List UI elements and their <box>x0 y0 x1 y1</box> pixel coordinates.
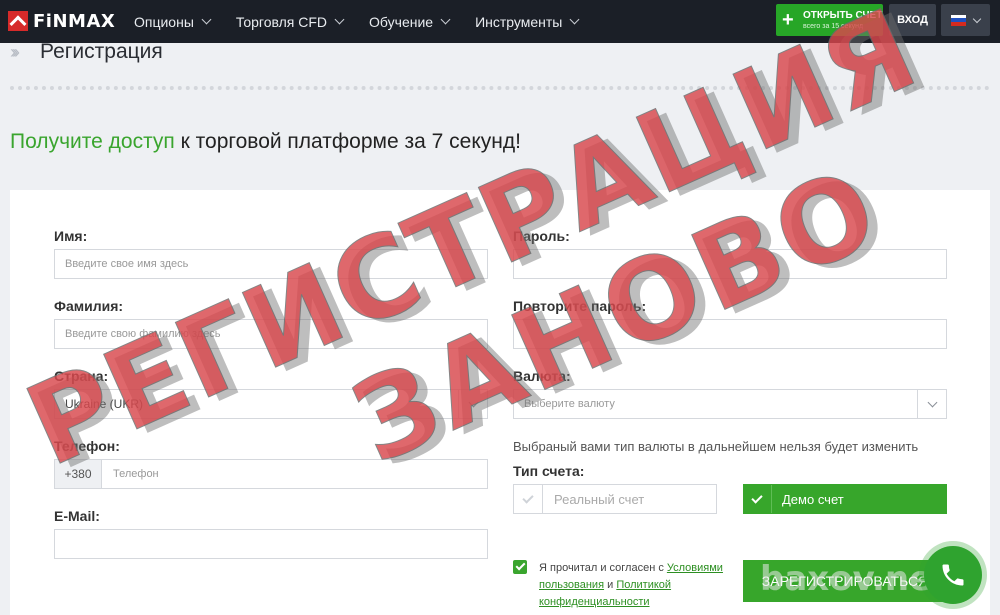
password-input[interactable] <box>513 249 947 279</box>
agreement-text: Я прочитал и согласен с Условиями пользо… <box>539 560 729 611</box>
agreement-checkbox[interactable] <box>513 560 527 574</box>
last-name-label: Фамилия: <box>54 298 124 314</box>
open-account-label: ОТКРЫТЬ СЧЕТ <box>803 9 883 21</box>
dotted-divider <box>10 86 990 90</box>
first-name-label: Имя: <box>54 228 88 244</box>
chevron-down-icon <box>458 390 487 418</box>
chevron-down-icon <box>334 14 345 25</box>
brand-name: FiNMAX <box>33 10 116 32</box>
language-selector[interactable] <box>941 4 990 36</box>
agreement-middle: и <box>604 579 617 591</box>
last-name-input[interactable]: Введите свою фамилию здесь <box>54 319 488 349</box>
checkmark-icon <box>515 560 525 571</box>
chevron-down-icon <box>201 14 212 25</box>
currency-label: Валюта: <box>513 368 571 384</box>
headline-highlight: Получите доступ <box>10 130 175 153</box>
chevron-down-icon <box>440 14 451 25</box>
phone-placeholder: Телефон <box>113 468 159 480</box>
checkmark-icon <box>743 485 772 513</box>
account-type-label: Тип счета: <box>513 463 585 479</box>
russian-flag-icon <box>951 14 966 26</box>
account-type-real-label: Реальный счет <box>554 491 645 507</box>
phone-label: Телефон: <box>54 438 120 454</box>
first-name-input[interactable]: Введите свое имя здесь <box>54 249 488 279</box>
nav-item-cfd[interactable]: Торговля CFD <box>235 13 345 30</box>
nav-item-tools[interactable]: Инструменты <box>475 13 580 30</box>
chevron-down-icon <box>972 14 982 23</box>
chevron-down-icon <box>569 14 580 25</box>
account-type-real[interactable]: Реальный счет <box>513 484 717 514</box>
logo-icon <box>8 11 28 31</box>
top-navigation-bar: FiNMAX Опционы Торговля CFD Обучение Инс… <box>0 0 1000 43</box>
country-label: Страна: <box>54 368 109 384</box>
currency-hint: Выбраный вами тип валюты в дальнейшем не… <box>513 439 919 454</box>
open-account-button[interactable]: + ОТКРЫТЬ СЧЕТ всего за 15 секунд <box>776 4 883 36</box>
nav-label: Инструменты <box>475 13 563 30</box>
callback-phone-button[interactable] <box>924 546 982 604</box>
email-label: E-Mail: <box>54 508 100 524</box>
breadcrumb-arrows-icon: ››› <box>10 42 20 62</box>
main-nav: Опционы Торговля CFD Обучение Инструмент… <box>134 0 604 43</box>
headline-text: к торговой платформе за 7 секунд! <box>174 130 521 153</box>
currency-select[interactable]: Выберите валюту <box>513 389 947 419</box>
nav-label: Опционы <box>134 13 194 30</box>
checkmark-icon <box>514 485 543 513</box>
account-type-demo[interactable]: Демо счет <box>743 484 947 514</box>
nav-item-options[interactable]: Опционы <box>134 13 212 30</box>
password-label: Пароль: <box>513 228 570 244</box>
login-button[interactable]: ВХОД <box>889 4 936 36</box>
country-value: Ukraine (UKR) <box>65 397 144 411</box>
open-account-sublabel: всего за 15 секунд <box>803 22 864 30</box>
finmax-logo[interactable]: FiNMAX <box>8 8 115 34</box>
phone-prefix: +380 <box>55 460 102 488</box>
chevron-down-icon <box>917 390 946 418</box>
page-headline: Получите доступ к торговой платформе за … <box>10 130 521 154</box>
nav-label: Торговля CFD <box>235 13 328 30</box>
password-repeat-label: Повторите пароль: <box>513 298 647 314</box>
account-type-demo-label: Демо счет <box>782 491 844 507</box>
agreement-prefix: Я прочитал и согласен с <box>539 562 667 574</box>
currency-placeholder: Выберите валюту <box>524 398 615 410</box>
password-repeat-input[interactable] <box>513 319 947 349</box>
country-select[interactable]: Ukraine (UKR) <box>54 389 488 419</box>
email-input[interactable] <box>54 529 488 559</box>
register-button[interactable]: ЗАРЕГИСТРИРОВАТЬСЯ <box>743 560 947 602</box>
nav-item-education[interactable]: Обучение <box>369 13 451 30</box>
phone-input[interactable]: +380 Телефон <box>54 459 488 489</box>
page-title: Регистрация <box>40 40 163 63</box>
phone-icon <box>942 564 964 586</box>
nav-label: Обучение <box>369 13 434 30</box>
plus-icon: + <box>782 9 794 31</box>
flag-stripe <box>951 21 966 26</box>
